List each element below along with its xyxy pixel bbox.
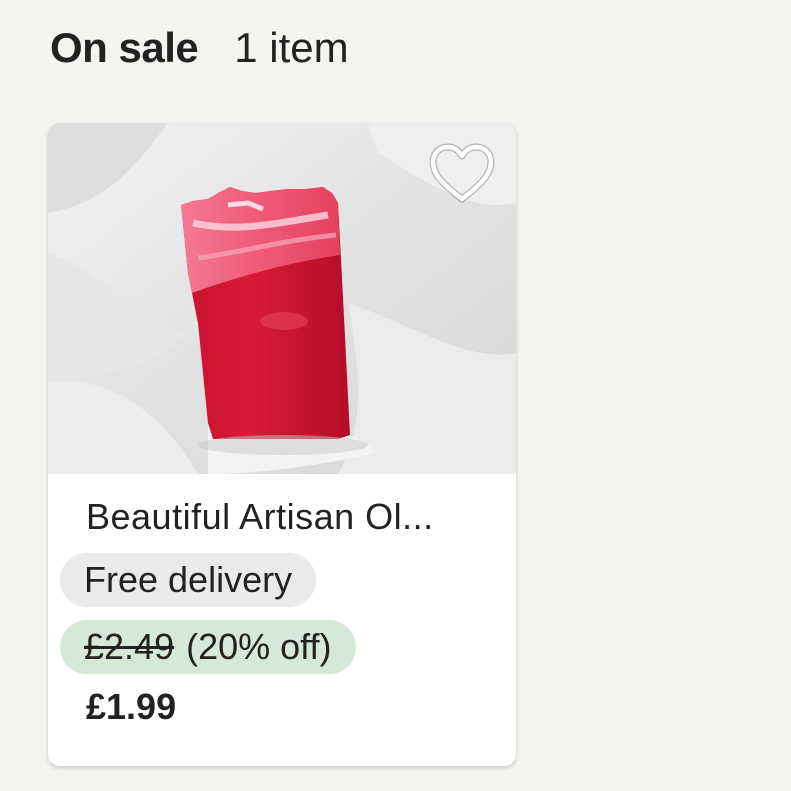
discount-percent: (20% off) bbox=[186, 626, 332, 667]
favorite-button[interactable] bbox=[428, 143, 496, 207]
sale-price: £1.99 bbox=[86, 686, 177, 727]
listing-image[interactable] bbox=[48, 123, 516, 474]
original-price: £2.49 bbox=[84, 626, 175, 667]
listing-details: Beautiful Artisan Ol... Free delivery £2… bbox=[48, 474, 516, 766]
section-header: On sale 1 item bbox=[50, 24, 349, 72]
free-delivery-badge: Free delivery bbox=[60, 553, 317, 607]
listing-card[interactable]: Beautiful Artisan Ol... Free delivery £2… bbox=[48, 123, 516, 766]
listing-title[interactable]: Beautiful Artisan Ol... bbox=[86, 496, 486, 538]
item-count: 1 item bbox=[234, 24, 349, 71]
heart-outline-icon bbox=[429, 143, 495, 203]
section-title: On sale bbox=[50, 24, 199, 71]
discount-badge: £2.49 (20% off) bbox=[60, 620, 356, 674]
free-delivery-label: Free delivery bbox=[84, 559, 293, 600]
